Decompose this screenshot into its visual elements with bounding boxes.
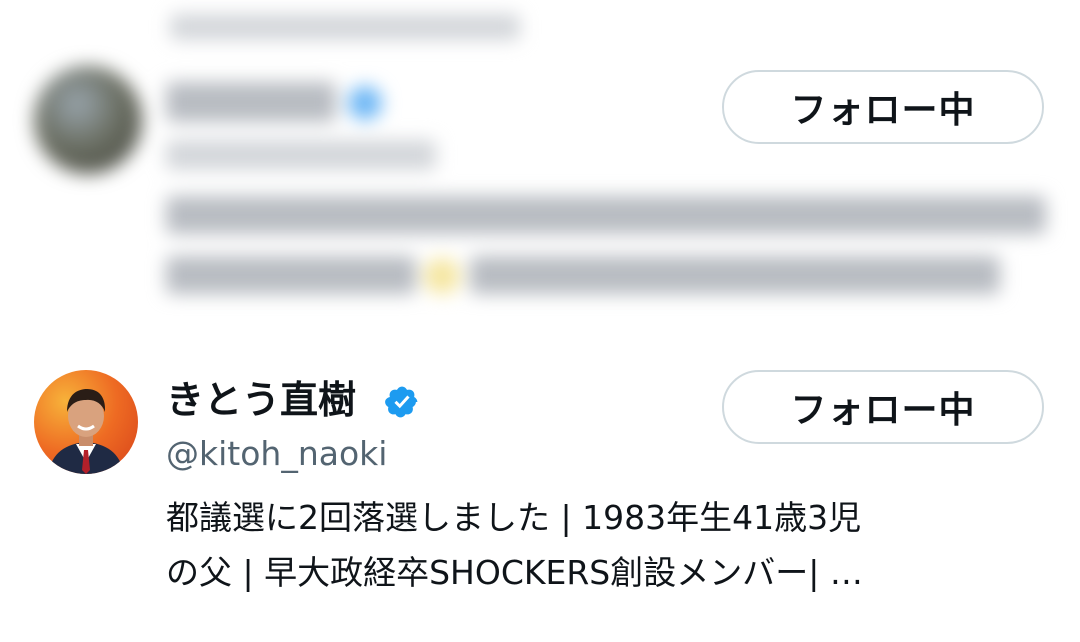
blurred-verified-icon — [348, 86, 382, 120]
blurred-user-cell — [0, 0, 1080, 330]
bio-line: 都議選に2回落選しました | 1983年生41歳3児 — [166, 498, 862, 537]
blurred-avatar — [34, 66, 142, 174]
avatar-portrait — [48, 389, 124, 474]
blurred-emoji — [424, 258, 460, 294]
verified-badge-icon — [385, 386, 418, 418]
bio-line: の父 | 早大政経卒SHOCKERS創設メンバー| … — [166, 553, 863, 592]
who-to-follow-list: フォロー中 きとう直樹 @kitoh_naoki フォロー中 都議選に2回落選し… — [0, 0, 1080, 642]
user-bio: 都議選に2回落選しました | 1983年生41歳3児 の父 | 早大政経卒SHO… — [166, 490, 1046, 600]
following-button[interactable]: フォロー中 — [722, 370, 1044, 444]
display-name[interactable]: きとう直樹 — [166, 372, 356, 428]
following-button-blurred-user[interactable]: フォロー中 — [722, 70, 1044, 144]
avatar[interactable] — [34, 370, 138, 474]
user-handle[interactable]: @kitoh_naoki — [166, 428, 387, 480]
